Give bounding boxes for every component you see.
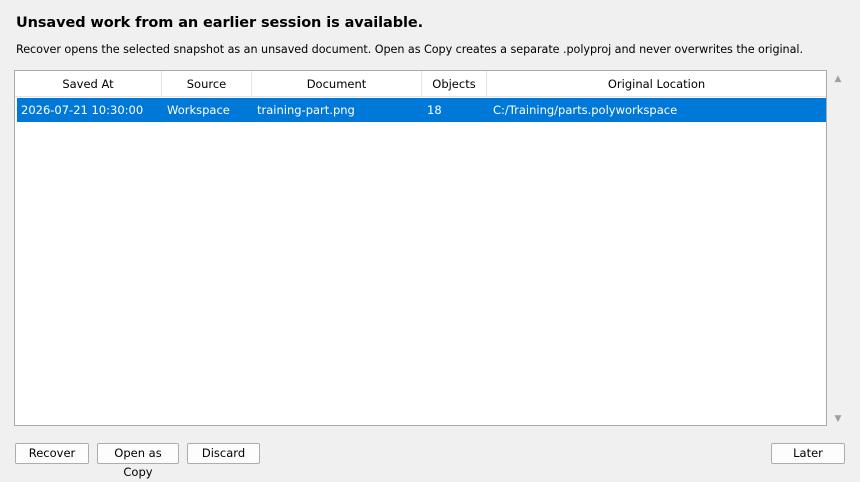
discard-button[interactable]: Discard	[187, 443, 260, 464]
open-as-copy-button[interactable]: Open as Copy	[97, 443, 179, 479]
column-header-objects[interactable]: Objects	[422, 71, 487, 96]
scroll-up-arrow-icon[interactable]: ▲	[831, 72, 845, 86]
dialog-description: Recover opens the selected snapshot as a…	[16, 43, 803, 56]
cell-source: Workspace	[167, 103, 230, 117]
table-row[interactable]: 2026-07-21 10:30:00 Workspace training-p…	[17, 98, 826, 122]
recovery-dialog: Unsaved work from an earlier session is …	[0, 0, 860, 480]
dialog-title: Unsaved work from an earlier session is …	[16, 15, 424, 31]
snapshot-table[interactable]: Saved At Source Document Objects Origina…	[14, 70, 827, 426]
cell-document: training-part.png	[257, 103, 355, 117]
recover-button[interactable]: Recover	[15, 443, 89, 464]
column-header-saved-at[interactable]: Saved At	[15, 71, 162, 96]
table-header: Saved At Source Document Objects Origina…	[15, 71, 826, 97]
cell-original-location: C:/Training/parts.polyworkspace	[493, 103, 678, 117]
scroll-down-arrow-icon[interactable]: ▼	[831, 412, 845, 426]
column-header-original-location[interactable]: Original Location	[487, 71, 826, 96]
cell-saved-at: 2026-07-21 10:30:00	[21, 103, 144, 117]
column-header-document[interactable]: Document	[252, 71, 422, 96]
column-header-source[interactable]: Source	[162, 71, 252, 96]
cell-objects: 18	[427, 103, 442, 117]
later-button[interactable]: Later	[771, 443, 845, 464]
